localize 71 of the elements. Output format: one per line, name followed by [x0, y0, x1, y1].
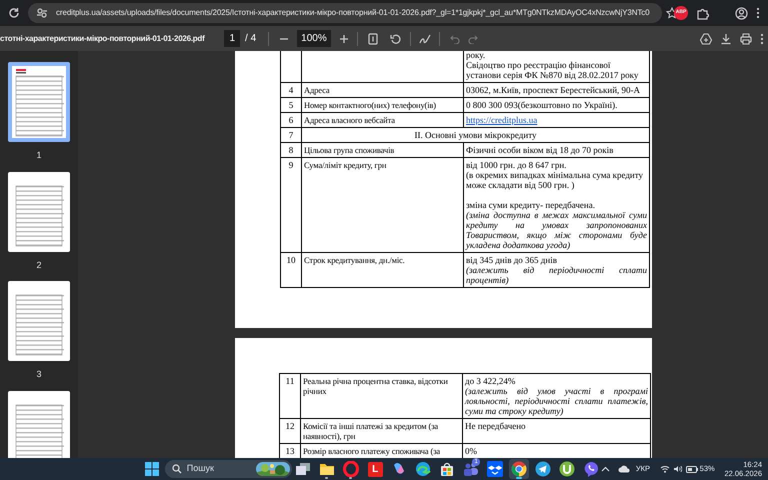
row-label: Строк кредитування, дн./міс.	[304, 255, 406, 265]
search-placeholder: Пошук	[186, 462, 214, 476]
page-number-label: 2	[36, 258, 42, 272]
profile-icon[interactable]	[735, 6, 748, 20]
cell-text: до 3 422,24%	[465, 376, 516, 386]
more-icon[interactable]	[756, 7, 760, 19]
cell-text: Фізичні особи віком від 18 до 70 років	[466, 145, 614, 155]
cell-text: 03062, м.Київ, проспект Берестейський, 90-А	[466, 85, 642, 95]
chevron-up-icon[interactable]	[601, 466, 610, 472]
row-number: 13	[286, 446, 294, 456]
cell-note: (залежить від умов участі в програмі лояльності, періодичності сплати платежів, суми та строку кредиту)	[465, 386, 648, 416]
page-number-field[interactable]: 1	[224, 30, 240, 47]
section-heading: II. Основні умови мікрокредиту	[414, 130, 537, 140]
page-thumbnail[interactable]	[8, 172, 70, 252]
cell-text: зміна суми кредиту- передбачена.	[466, 200, 596, 210]
search-icon	[172, 464, 182, 474]
zoom-in-icon[interactable]	[338, 34, 349, 44]
cell-text: Не передбачено	[465, 421, 527, 431]
star-icon[interactable]	[666, 7, 678, 19]
start-icon[interactable]	[144, 462, 159, 476]
cloud-icon[interactable]	[618, 465, 630, 473]
rotate-icon[interactable]	[390, 32, 402, 44]
cell-text: 0%	[465, 446, 478, 456]
page-thumbnail[interactable]	[8, 281, 70, 361]
row-number: 12	[286, 421, 294, 431]
search-field[interactable]: Пошук	[164, 460, 292, 478]
row-label: Комісії та інші платежі за кредитом (за наявності), грн	[303, 421, 440, 441]
row-label: Адреса	[304, 85, 330, 95]
page-number-label: 3	[36, 368, 42, 381]
cell-text: 0 800 300 093(безкоштовно по Україні).	[466, 100, 618, 110]
zoom-level-field[interactable]: 100%	[297, 30, 331, 47]
page-number-label: 1	[36, 149, 42, 162]
document-title: стотні-характеристики-мікро-повторний-01-01-2026.pdf	[0, 32, 204, 44]
page-thumbnail[interactable]	[8, 390, 70, 458]
page-thumbnail[interactable]	[8, 62, 70, 142]
row-number: 4	[288, 85, 294, 95]
row-label: Реальна річна процентна ставка, відсотки річних	[303, 376, 449, 396]
website-link[interactable]: https://creditplus.ua	[466, 115, 538, 125]
row-number: 6	[288, 115, 294, 125]
row-label: Номер контактного(них) телефону(ів)	[304, 100, 437, 110]
undo-icon	[450, 34, 460, 44]
print-icon[interactable]	[740, 32, 752, 44]
fit-page-icon[interactable]	[368, 32, 378, 44]
site-info-icon[interactable]	[36, 7, 48, 19]
url-text: creditplus.ua/assets/uploads/files/documents/2025/Істотні-характеристики-мікро-повторний-01-01-2026.pdf?_gl=1*1gjkpkj*_gcl_au*MTg0NTkzMDAyOC4xNzcwNjY3NTc0	[56, 7, 650, 19]
taskbar-app-button[interactable]: L	[365, 459, 386, 479]
row-number: 7	[288, 130, 294, 140]
download-icon[interactable]	[720, 32, 732, 44]
cell-text: від 345 днів до 365 днів	[466, 255, 558, 265]
speaker-icon[interactable]	[672, 465, 682, 473]
row-number: 11	[286, 376, 294, 386]
row-label: Цільова група споживачів	[304, 145, 396, 155]
wifi-icon[interactable]	[660, 465, 670, 473]
row-number: 5	[288, 100, 294, 110]
row-number: 8	[288, 145, 294, 155]
row-label: Адреса власного вебсайта	[304, 115, 396, 125]
row-number: 9	[288, 160, 294, 170]
row-label: Розмір власного платежу споживача (за	[303, 446, 442, 456]
cell-note: (залежить від періодичності сплати процентів)	[466, 265, 647, 285]
more-icon[interactable]	[760, 32, 764, 44]
row-label: Сума/ліміт кредиту, грн	[304, 160, 388, 170]
page-count: / 4	[245, 32, 256, 46]
battery-icon[interactable]	[686, 466, 698, 472]
reload-icon[interactable]	[8, 7, 20, 19]
annotate-icon[interactable]	[418, 32, 431, 44]
cell-text: від 1000 грн. до 8 647 грн. (в окремих випадках мінімальна сума кредиту може складати від 500 грн. )	[466, 160, 644, 190]
puzzle-icon[interactable]	[696, 6, 709, 20]
cell-note: (зміна доступна в межах максимальної суми кредиту на умовах запропонованих Товариством, якщо між сторонами буде укладена додаткова угода)	[466, 210, 647, 250]
row-number: 10	[286, 255, 296, 265]
cell-text: року. Свідоцтво про реєстрацію фінансової установи серія ФК №870 від 28.02.2017 року	[466, 51, 640, 80]
redo-icon	[468, 34, 478, 44]
